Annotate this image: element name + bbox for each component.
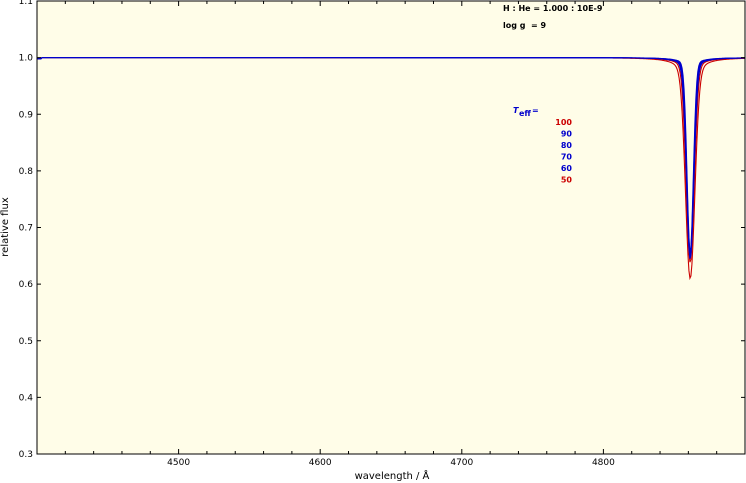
y-tick-label: 0.7	[19, 224, 33, 234]
legend-entry-90: 90	[561, 130, 573, 139]
x-axis-label: wavelength / Å	[355, 469, 430, 482]
abundance-label: H : He = 1.000 : 10E-9	[503, 4, 603, 13]
y-tick-label: 0.4	[19, 393, 34, 403]
y-tick-label: 0.3	[19, 450, 33, 460]
y-tick-label: 1.0	[19, 54, 34, 64]
logg-value: = 9	[531, 21, 546, 30]
y-axis-label: relative flux	[0, 197, 11, 257]
y-tick-label: 0.9	[19, 110, 34, 120]
legend-entry-70: 70	[561, 153, 573, 162]
teff-equals: =	[532, 106, 539, 115]
x-tick-label: 4800	[592, 458, 615, 468]
spectrum-chart: 0.3 0.4 0.5 0.6 0.7 0.8 0.9 1.0 1.1 4500 4600 4700 4…	[0, 0, 746, 482]
logg-label: log g	[503, 21, 526, 30]
legend-entry-100: 100	[555, 118, 572, 127]
y-tick-label: 0.6	[19, 280, 34, 290]
x-tick-label: 4500	[167, 458, 190, 468]
teff-subscript: eff	[519, 109, 531, 118]
x-tick-label: 4700	[450, 458, 473, 468]
y-tick-label: 1.1	[19, 0, 33, 7]
legend-entry-60: 60	[561, 164, 573, 173]
plot-area	[37, 1, 745, 454]
y-tick-label: 0.5	[19, 337, 33, 347]
legend-entry-80: 80	[561, 141, 573, 150]
legend-entry-50: 50	[561, 176, 573, 185]
x-tick-label: 4600	[309, 458, 332, 468]
y-tick-label: 0.8	[19, 167, 34, 177]
